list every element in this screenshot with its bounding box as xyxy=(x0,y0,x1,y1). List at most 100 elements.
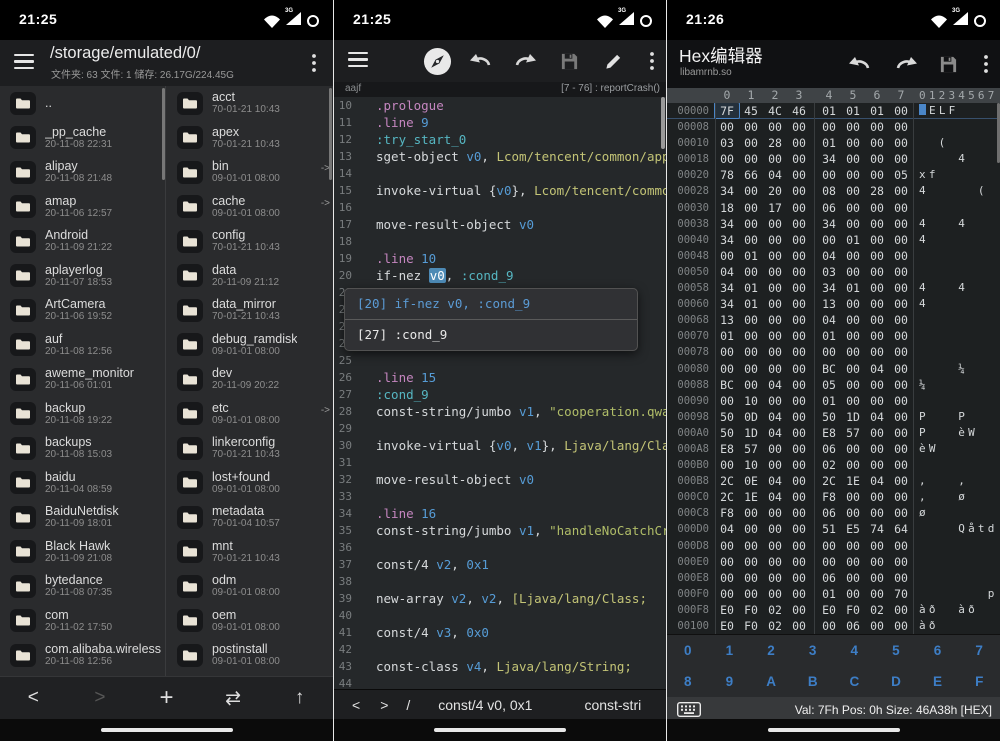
hex-byte[interactable]: 00 xyxy=(817,119,841,135)
file-row[interactable]: bin09-01-01 08:00-> xyxy=(167,155,333,190)
hex-byte[interactable]: 00 xyxy=(715,457,739,473)
keyboard-toggle-icon[interactable] xyxy=(677,702,701,717)
hex-byte[interactable]: 00 xyxy=(865,618,889,634)
code-line[interactable]: 40 xyxy=(334,607,666,624)
hex-byte[interactable]: 00 xyxy=(889,248,913,264)
hex-byte[interactable]: 34 xyxy=(817,280,841,296)
hex-byte[interactable]: 00 xyxy=(739,232,763,248)
code-line[interactable]: 43const-class v4, Ljava/lang/String; xyxy=(334,658,666,675)
hex-byte[interactable]: 01 xyxy=(739,296,763,312)
hex-byte[interactable]: E5 xyxy=(841,521,865,537)
hex-byte[interactable]: 01 xyxy=(841,103,865,118)
code-line[interactable]: 44 xyxy=(334,675,666,689)
hex-byte[interactable]: 00 xyxy=(889,216,913,232)
hex-byte[interactable]: 00 xyxy=(865,505,889,521)
hex-byte[interactable]: E8 xyxy=(817,425,841,441)
hex-row[interactable]: 0003834000000340000004 4 xyxy=(667,216,1000,232)
hex-byte[interactable]: 00 xyxy=(841,264,865,280)
hex-byte[interactable]: 00 xyxy=(865,264,889,280)
hex-byte[interactable]: 00 xyxy=(787,328,811,344)
hex-key-5[interactable]: 5 xyxy=(875,635,917,666)
hex-byte[interactable]: 00 xyxy=(787,441,811,457)
hex-byte[interactable]: 13 xyxy=(715,312,739,328)
hex-byte[interactable]: 1D xyxy=(841,409,865,425)
hex-byte[interactable]: 06 xyxy=(841,618,865,634)
file-row[interactable]: cache09-01-01 08:00-> xyxy=(167,190,333,225)
hex-byte[interactable]: 00 xyxy=(739,216,763,232)
file-row[interactable]: backup20-11-08 19:22 xyxy=(0,397,165,432)
hex-byte[interactable]: 20 xyxy=(763,183,787,199)
save-icon[interactable] xyxy=(933,49,963,79)
hex-row[interactable]: 000700100000001000000 xyxy=(667,328,1000,344)
hex-row[interactable]: 000E80000000006000000 xyxy=(667,570,1000,586)
hex-byte[interactable]: 00 xyxy=(841,489,865,505)
hex-byte[interactable]: 00 xyxy=(787,538,811,554)
hex-byte[interactable]: 00 xyxy=(889,296,913,312)
hex-byte[interactable]: 00 xyxy=(763,570,787,586)
hex-byte[interactable]: 04 xyxy=(817,312,841,328)
hex-key-7[interactable]: 7 xyxy=(958,635,1000,666)
hex-byte[interactable]: 00 xyxy=(787,425,811,441)
hex-byte[interactable]: 00 xyxy=(715,151,739,167)
hex-row[interactable]: 000F8E0F00200E0F00200àð àð xyxy=(667,602,1000,618)
hex-row[interactable]: 0006034010000130000004 xyxy=(667,296,1000,312)
hex-row[interactable]: 0002834002000080028004 ( xyxy=(667,183,1000,199)
hex-byte[interactable]: 34 xyxy=(715,232,739,248)
code-line[interactable]: 10.prologue xyxy=(334,97,666,114)
usage-item[interactable]: [20] if-nez v0, :cond_9 xyxy=(345,289,637,319)
hex-byte[interactable]: 00 xyxy=(889,554,913,570)
hex-row[interactable]: 000B82C0E04002C1E0400, , xyxy=(667,473,1000,489)
hex-key-e[interactable]: E xyxy=(917,666,959,697)
hex-byte[interactable]: F8 xyxy=(715,505,739,521)
hex-key-d[interactable]: D xyxy=(875,666,917,697)
hex-byte[interactable]: 00 xyxy=(841,312,865,328)
hex-byte[interactable]: 00 xyxy=(715,119,739,135)
hex-byte[interactable]: 00 xyxy=(889,232,913,248)
hex-byte[interactable]: 00 xyxy=(715,344,739,360)
hex-byte[interactable]: 00 xyxy=(763,248,787,264)
file-row[interactable]: apex70-01-21 10:43 xyxy=(167,121,333,156)
hex-byte[interactable]: 00 xyxy=(865,151,889,167)
hex-byte[interactable]: 00 xyxy=(739,328,763,344)
hex-byte[interactable]: 00 xyxy=(763,554,787,570)
hex-byte[interactable]: 00 xyxy=(841,248,865,264)
file-row[interactable]: _pp_cache20-11-08 22:31 xyxy=(0,121,165,156)
code-line[interactable]: 36 xyxy=(334,539,666,556)
hex-byte[interactable]: 00 xyxy=(841,296,865,312)
hex-byte[interactable]: 00 xyxy=(787,280,811,296)
hex-byte[interactable]: 7F xyxy=(715,103,739,118)
hex-byte[interactable]: 00 xyxy=(787,200,811,216)
undo-icon[interactable] xyxy=(466,46,496,76)
hex-byte[interactable]: 00 xyxy=(889,457,913,473)
hex-byte[interactable]: 00 xyxy=(865,489,889,505)
hex-byte[interactable]: E0 xyxy=(715,618,739,634)
file-row[interactable]: amap20-11-06 12:57 xyxy=(0,190,165,225)
hex-byte[interactable]: 00 xyxy=(787,119,811,135)
scrollbar-right-column[interactable] xyxy=(329,88,332,180)
code-line[interactable]: 17move-result-object v0 xyxy=(334,216,666,233)
hex-byte[interactable]: 78 xyxy=(715,167,739,183)
hex-byte[interactable]: 00 xyxy=(715,248,739,264)
code-line[interactable]: 42 xyxy=(334,641,666,658)
hex-byte[interactable]: 00 xyxy=(865,457,889,473)
hex-row[interactable]: 00100E0F0020000060000àð xyxy=(667,618,1000,634)
hex-byte[interactable]: 02 xyxy=(865,602,889,618)
hex-key-c[interactable]: C xyxy=(834,666,876,697)
undo-icon[interactable] xyxy=(845,49,875,79)
hex-byte[interactable]: 17 xyxy=(763,200,787,216)
scrollbar-left-column[interactable] xyxy=(162,88,165,180)
hex-byte[interactable]: 00 xyxy=(865,248,889,264)
hex-byte[interactable]: 00 xyxy=(715,538,739,554)
hex-byte[interactable]: 03 xyxy=(817,264,841,280)
hex-byte[interactable]: 34 xyxy=(817,151,841,167)
hex-byte[interactable]: 00 xyxy=(739,200,763,216)
file-row[interactable]: alipay20-11-08 21:48 xyxy=(0,155,165,190)
hex-byte[interactable]: 00 xyxy=(763,232,787,248)
go-up-button[interactable]: ↑ xyxy=(280,687,320,709)
hex-byte[interactable]: 00 xyxy=(763,119,787,135)
hex-byte[interactable]: 00 xyxy=(787,312,811,328)
code-line[interactable]: 30invoke-virtual {v0, v1}, Ljava/lang/Cl… xyxy=(334,437,666,454)
hex-byte[interactable]: 00 xyxy=(787,232,811,248)
hex-byte[interactable]: 00 xyxy=(787,151,811,167)
hex-byte[interactable]: 00 xyxy=(865,312,889,328)
